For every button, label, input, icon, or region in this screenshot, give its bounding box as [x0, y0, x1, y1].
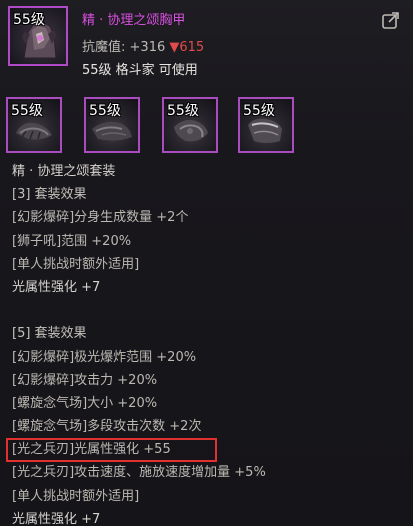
set3-effect-line: 光属性强化 +7	[12, 279, 101, 295]
set-piece-slot[interactable]: 55级	[238, 97, 294, 153]
set-description: 精 · 协理之颂套装 [3] 套装效果 [幻影爆碎]分身生成数量 +2个 [狮子…	[6, 160, 407, 526]
set5-effect-line: [幻影爆碎]极光爆炸范围 +20%	[12, 349, 197, 365]
item-icon[interactable]: 55级	[8, 6, 68, 66]
set5-highlighted-line-row: [光之兵刃]光属性强化 +55	[6, 438, 407, 463]
set3-effect-line: [单人挑战时额外适用]	[12, 256, 140, 272]
set-piece-level-badge: 55级	[11, 103, 43, 119]
share-icon[interactable]	[381, 10, 401, 30]
set5-effect-line: 光属性强化 +7	[12, 511, 101, 526]
set5-header: [5] 套装效果	[12, 326, 87, 342]
resist-row: 抗魔值: +316 ▼615	[82, 36, 204, 55]
item-name: 精 · 协理之颂胸甲	[82, 13, 186, 28]
set5-effect-line: [幻影爆碎]攻击力 +20%	[12, 372, 158, 388]
set5-effect-line: [单人挑战时额外适用]	[12, 488, 140, 504]
set-name: 精 · 协理之颂套装	[12, 164, 116, 179]
resist-plus-value: +316	[129, 40, 166, 55]
set-piece-slot[interactable]: 55级	[6, 97, 62, 153]
set-piece-level-badge: 55级	[167, 103, 199, 119]
item-level-badge: 55级	[13, 12, 45, 28]
set-piece-level-badge: 55级	[243, 103, 275, 119]
set3-effect-line: [幻影爆碎]分身生成数量 +2个	[12, 210, 189, 226]
resist-down-value: ▼615	[169, 40, 205, 55]
set5-effect-line: [螺旋念气场]大小 +20%	[12, 395, 158, 411]
set5-effect-line: [光之兵刃]攻击速度、施放速度增加量 +5%	[12, 465, 266, 481]
set-piece-slot[interactable]: 55级	[162, 97, 218, 153]
set5-highlighted-effect-line: [光之兵刃]光属性强化 +55	[6, 438, 217, 463]
set-piece-level-badge: 55级	[89, 103, 121, 119]
set3-header: [3] 套装效果	[12, 187, 87, 203]
set3-effect-line: [狮子吼]范围 +20%	[12, 233, 132, 249]
resist-label: 抗魔值:	[82, 40, 126, 55]
class-requirement: 55级 格斗家 可使用	[82, 63, 198, 78]
set-pieces-row: 55级 55级 55级 55级	[6, 97, 306, 157]
set5-effect-line: [螺旋念气场]多段攻击次数 +2次	[12, 419, 202, 435]
set-piece-slot[interactable]: 55级	[84, 97, 140, 153]
item-tooltip-panel: 55级 精 · 协理之颂胸甲 抗魔值: +316 ▼615 55级 格斗家 可使…	[0, 0, 413, 526]
